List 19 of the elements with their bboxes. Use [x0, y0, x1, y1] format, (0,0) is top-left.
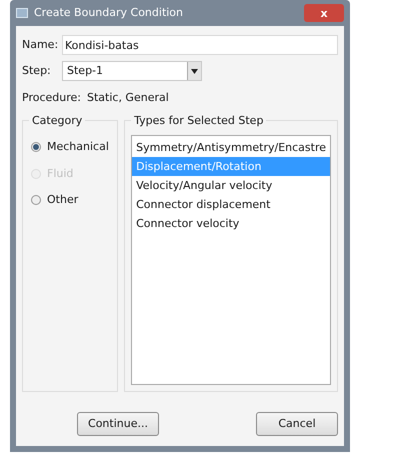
types-title: Types for Selected Step	[131, 113, 266, 130]
step-dropdown[interactable]: Step-1	[62, 61, 202, 81]
dialog-button[interactable]: Continue...	[77, 412, 159, 436]
radio-option[interactable]: Mechanical	[31, 139, 118, 156]
category-title: Category	[29, 113, 86, 130]
radio-option[interactable]: Other	[31, 192, 118, 208]
procedure-value: Static, General	[86, 90, 169, 106]
window-title: Create Boundary Condition	[34, 4, 184, 21]
list-item[interactable]: Connector displacement	[132, 195, 330, 214]
list-item[interactable]: Symmetry/Antisymmetry/Encastre	[132, 138, 330, 157]
dialog-button[interactable]: Cancel	[256, 412, 338, 436]
name-field[interactable]: Kondisi-batas	[62, 35, 338, 55]
list-item[interactable]: Connector velocity	[132, 214, 330, 233]
procedure-label: Procedure:	[22, 90, 81, 106]
list-item[interactable]: Velocity/Angular velocity	[132, 176, 330, 195]
step-label: Step:	[22, 62, 52, 79]
name-label: Name:	[22, 36, 60, 53]
close-button[interactable]: x	[304, 4, 344, 22]
app-icon	[16, 8, 28, 18]
